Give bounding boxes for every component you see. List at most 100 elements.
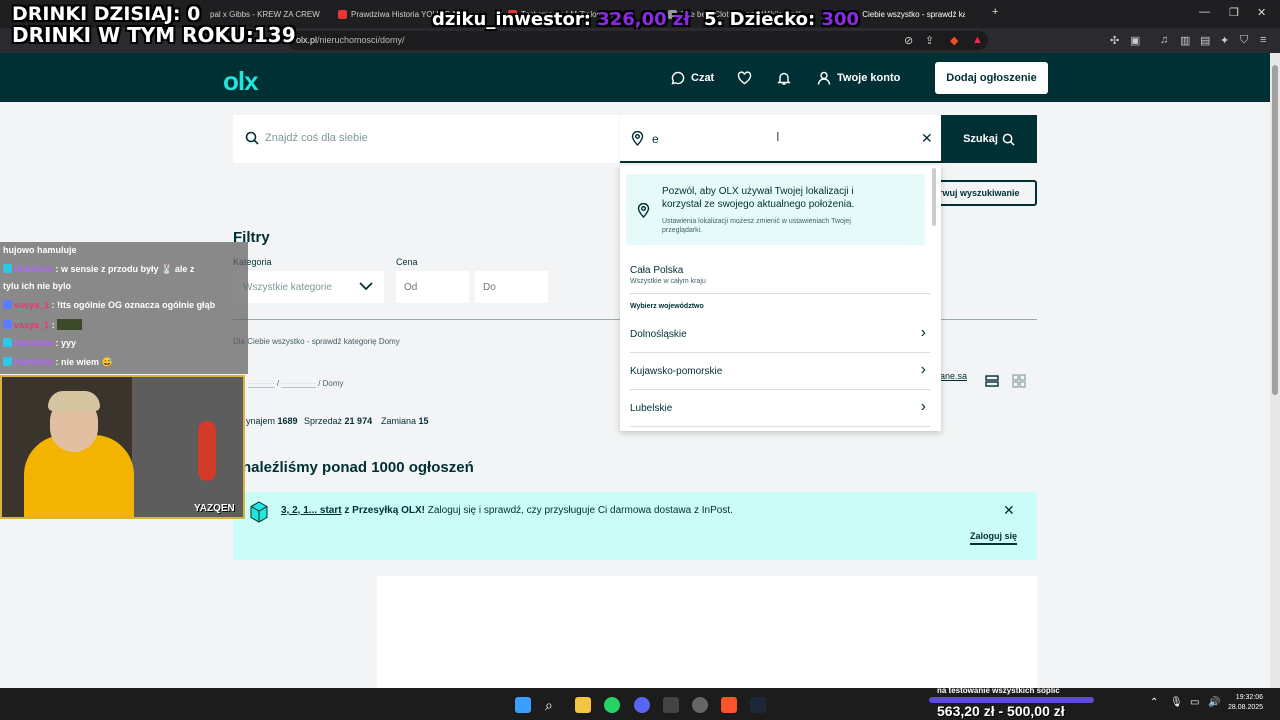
stat-count: 1689 [277,416,298,426]
category-select[interactable]: Wszystkie kategorie [233,271,384,303]
close-window-button[interactable]: ✕ [1257,6,1266,19]
chat-text: : nie wiem [55,357,100,367]
account-link[interactable]: Twoje konto [817,71,900,85]
all-poland-option[interactable]: Cała Polska [630,265,683,276]
volume-icon[interactable]: 🔊 [1208,697,1220,708]
goal-title: na testowanie wszystkich soplic [937,686,1060,695]
hint-main-text: Pozwól, aby OLX używał Twojej lokalizacj… [662,186,855,210]
chat-link[interactable]: Czat [671,71,714,85]
chevron-right-icon: › [920,398,926,415]
discord-icon[interactable] [634,697,650,713]
chat-username: vasya_1 [14,320,50,330]
streamer-hair [48,391,100,411]
user-icon [817,71,831,85]
promo-bold: z Przesyłką OLX! [344,505,425,516]
vpn-icon[interactable]: ⛉ [1240,34,1248,47]
promo-link[interactable]: 3, 2, 1... start [281,505,342,516]
badge-icon [3,320,12,329]
chat-text: : yyy [55,338,77,348]
stat-rent[interactable]: ynajem 1689 [246,416,298,426]
obs-icon[interactable] [692,697,708,713]
region-option[interactable]: Dolnośląskie › [630,316,930,353]
system-clock[interactable]: 19:32:06 28.08.2025 [1228,693,1263,713]
menu-icon[interactable]: ≡ [1260,34,1266,46]
location-pin-icon [637,203,650,218]
close-icon[interactable]: ✕ [1003,502,1015,519]
chevron-right-icon: › [920,361,926,378]
brave-icon[interactable] [721,697,737,713]
category-value: Wszystkie kategorie [243,282,332,293]
login-link[interactable]: Zaloguj się [970,531,1018,545]
new-tab-button[interactable]: + [992,6,998,18]
notifications-button[interactable] [777,71,791,86]
network-icon[interactable]: ▭ [1190,697,1199,708]
region-label: Dolnośląskie [630,329,687,340]
badge-icon [3,300,12,309]
file-explorer-icon[interactable] [575,697,591,713]
browser-tab[interactable]: pal x Gibbs - KREW ZA CREW (j [210,5,320,23]
region-option[interactable]: Lubelskie › [630,390,930,427]
search-icon [245,131,259,145]
leo-icon[interactable]: ✦ [1220,34,1229,47]
chat-message: vasya_1 : [3,319,83,330]
donor-name: dziku_inwestor: [432,9,591,30]
region-option[interactable]: Kujawsko-pomorskie › [630,353,930,390]
sidebar-icon[interactable]: ▥ [1180,34,1190,47]
stat-swap[interactable]: Zamiana 15 [381,416,429,426]
chat-message: hujowo hamuluje [3,245,77,255]
price-to-input[interactable] [475,271,548,303]
search-input[interactable]: Znajdź coś dla siebie [233,115,619,163]
stat-sale[interactable]: Sprzedaż 21 974 [304,416,372,426]
extensions-icon[interactable]: ✣ [1110,34,1119,47]
clock-date: 28.08.2025 [1228,704,1264,711]
drinks-today-overlay: DRINKI DZISIAJ: 0 [12,3,200,25]
scrollbar-thumb[interactable] [1272,65,1278,395]
wallet-icon[interactable]: ▤ [1200,34,1210,47]
grid-view-icon[interactable] [1012,374,1026,393]
breadcrumb-link[interactable]: ·········· [248,379,275,388]
region-label: Kujawsko-pomorskie [630,366,723,377]
brave-icon[interactable]: ◆ [950,34,958,47]
badge-icon [3,264,12,273]
chat-text: hujowo hamuluje [3,245,77,255]
whatsapp-icon[interactable] [604,697,620,713]
stat-count: 15 [418,416,429,426]
breadcrumb-current: / Domy [318,379,344,388]
app-icon[interactable] [663,697,679,713]
shield-off-icon[interactable]: ⊘ [904,34,913,47]
microphone-icon[interactable]: 🎙 [1170,697,1183,708]
location-permission-hint[interactable]: Pozwól, aby OLX używał Twojej lokalizacj… [626,174,925,245]
url-field[interactable]: olx.pl/nieruchomosci/domy/ [288,31,988,50]
rewards-icon[interactable]: ▲ [972,34,983,46]
maximize-button[interactable]: ❐ [1229,6,1239,19]
share-icon[interactable]: ⇪ [925,34,934,47]
clear-icon[interactable]: ✕ [921,130,933,147]
search-button[interactable]: Szukaj [941,115,1037,163]
search-icon[interactable]: ⌕ [545,697,561,713]
search-button-label: Szukaj [963,133,998,145]
add-listing-button[interactable]: Dodaj ogłoszenie [935,62,1048,94]
location-input[interactable]: e I ✕ [620,115,941,163]
emote-icon [57,319,83,330]
music-icon[interactable]: ♫ [1160,34,1168,46]
olx-logo[interactable]: olx [223,66,259,97]
breadcrumb-link[interactable]: ············· [281,379,316,388]
location-value: e [652,132,659,146]
chat-text: : w sensie z przodu były [55,264,159,274]
minimize-button[interactable]: — [1199,6,1210,18]
price-from-input[interactable] [396,271,469,303]
drinks-today-value: 0 [187,3,201,25]
dropdown-scrollbar[interactable] [932,168,936,226]
stat-label: Zamiana [381,416,417,426]
windows-start-icon[interactable] [515,697,531,713]
steam-icon[interactable] [750,697,766,713]
screenshot-icon[interactable]: ▣ [1130,34,1140,47]
lava-lamp [198,421,216,481]
page-scrollbar[interactable] [1270,53,1280,688]
category-hint: Dla Ciebie wszystko - sprawdź kategorię … [233,337,400,346]
list-view-icon[interactable] [985,374,999,393]
observed-link[interactable]: ane.sa [940,371,967,381]
favorites-button[interactable] [737,71,752,85]
chevron-up-icon[interactable]: ⌃ [1150,697,1158,708]
listing-card[interactable] [377,576,1037,688]
